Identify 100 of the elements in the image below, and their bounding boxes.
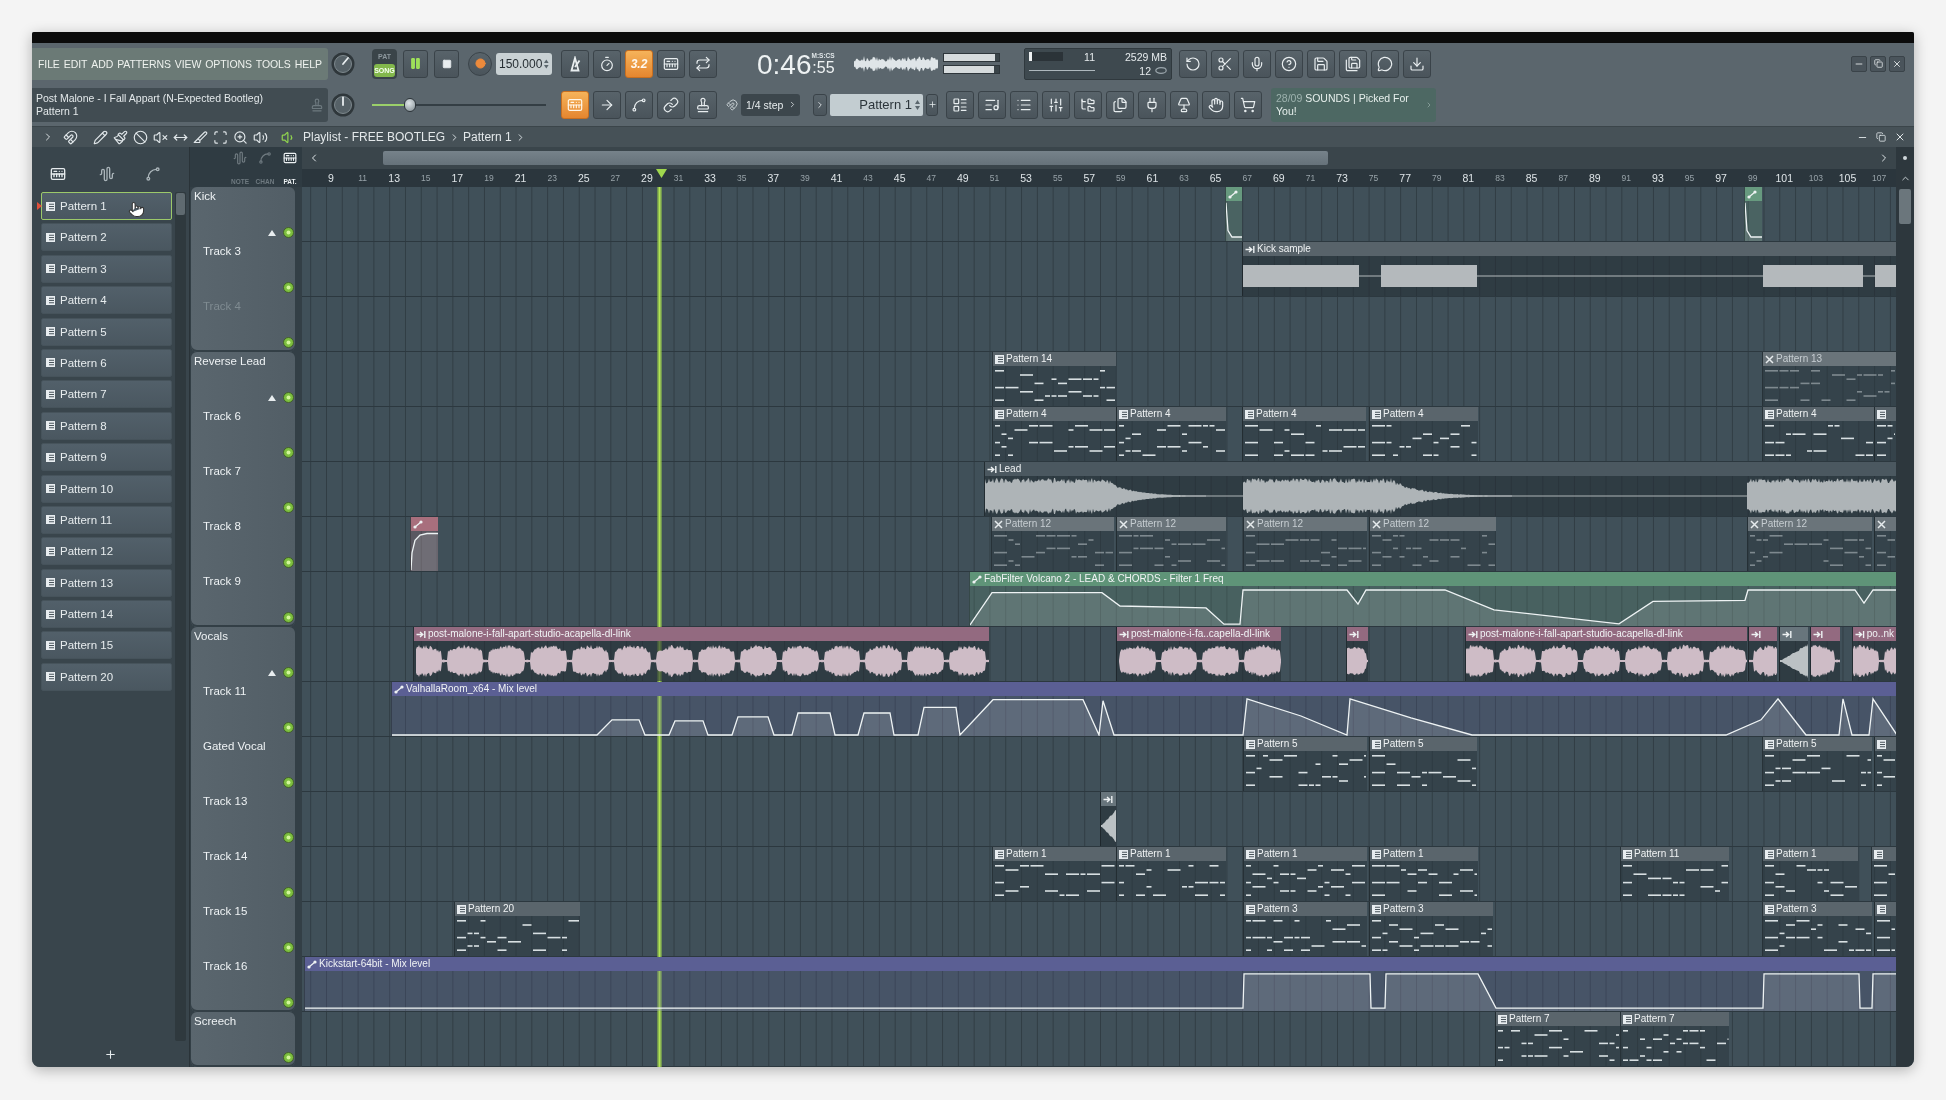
pattern-clip[interactable]: Pattern 4 (1242, 407, 1366, 461)
stop-button[interactable] (434, 49, 459, 78)
clip-header[interactable]: Pattern 1 (1763, 847, 1858, 861)
mute-speaker-icon[interactable] (153, 129, 168, 145)
pattern-item[interactable]: Pattern 4 (41, 286, 172, 315)
toolbar-button[interactable] (1138, 90, 1166, 119)
pattern-selector[interactable]: Pattern 1 (830, 93, 923, 116)
pattern-clip[interactable]: Pattern 12 (1747, 517, 1872, 571)
clip-header[interactable]: Pattern 4 (1763, 407, 1874, 421)
restore-icon[interactable] (1876, 132, 1886, 142)
clip-header[interactable]: FabFilter Volcano 2 - LEAD & CHORDS - Filter 1 Freq (970, 572, 1896, 586)
collapse-triangle-icon[interactable] (268, 669, 276, 676)
pattern-item[interactable]: Pattern 8 (41, 411, 172, 440)
clip-header[interactable]: Pattern 13 (1763, 352, 1896, 366)
toolbar-button[interactable] (1179, 49, 1207, 78)
clip-header[interactable]: post-malone-i-fall-apart-studio-acapella-dl-link (414, 627, 989, 641)
automation-clip[interactable]: ValhallaRoom_x64 - Mix level (391, 682, 1896, 736)
pattern-item[interactable]: Pattern 9 (41, 443, 172, 472)
clip-header[interactable]: Pattern 1 (1244, 847, 1367, 861)
clip-header[interactable] (1745, 187, 1762, 201)
pattern-item[interactable]: Pattern 14 (41, 600, 172, 629)
pattern-clip[interactable]: Pattern 20 (454, 902, 580, 956)
track-name[interactable]: Kick (194, 190, 216, 202)
clip-header[interactable]: Pattern 7 (1621, 1012, 1729, 1026)
clip-header[interactable]: Pattern 3 (1244, 902, 1367, 916)
pattern-clip[interactable]: Pattern 12 (991, 517, 1114, 571)
led-icon[interactable] (283, 887, 294, 898)
track-name[interactable]: Vocals (194, 630, 228, 642)
pattern-clip[interactable]: Pattern 5 (1243, 737, 1367, 791)
led-icon[interactable] (283, 722, 294, 733)
clip-header[interactable] (1875, 737, 1896, 751)
clip-header[interactable]: Pattern 14 (993, 352, 1116, 366)
record-button[interactable] (468, 51, 492, 76)
toggle-button[interactable] (689, 90, 717, 119)
menu-item[interactable]: ADD (91, 57, 114, 70)
pattern-item[interactable]: Pattern 2 (41, 223, 172, 252)
slider-thumb[interactable] (404, 97, 417, 112)
pattern-clip[interactable]: Pattern 1 (1243, 847, 1367, 901)
led-icon[interactable] (283, 227, 294, 238)
clip-header[interactable]: ValhallaRoom_x64 - Mix level (392, 682, 1896, 696)
clip-header[interactable]: Pattern 5 (1763, 737, 1872, 751)
led-icon[interactable] (283, 832, 294, 843)
audio-clip[interactable]: post-malone-i-fall-apart-studio-acapella-dl-link (1465, 627, 1747, 681)
pattern-item[interactable]: Pattern 5 (41, 317, 172, 346)
clip-header[interactable]: post-malone-i-fall-apart-studio-acapella-dl-link (1466, 627, 1747, 641)
led-icon[interactable] (283, 557, 294, 568)
speaker-icon[interactable] (253, 129, 268, 145)
pattern-clip[interactable]: Pattern 5 (1762, 737, 1872, 791)
track-name[interactable]: Track 6 (203, 410, 241, 422)
led-icon[interactable] (283, 1052, 294, 1063)
pattern-clip[interactable]: Pattern 3 (1243, 902, 1367, 956)
clip-header[interactable]: Lead (985, 462, 1896, 476)
audio-clip[interactable]: Lead (984, 462, 1896, 516)
pattern-clip[interactable]: Pattern 13 (1762, 352, 1896, 406)
track-name[interactable]: Track 7 (203, 465, 241, 477)
track-name[interactable]: Track 16 (203, 960, 248, 972)
pattern-clip[interactable]: Pattern 12 (1116, 517, 1226, 571)
collapse-triangle-icon[interactable] (268, 394, 276, 401)
toolbar-button[interactable] (1234, 90, 1262, 119)
piano-keys-icon[interactable] (50, 166, 66, 182)
clip-header[interactable]: Pattern 1 (993, 847, 1116, 861)
restore-button[interactable] (1870, 55, 1886, 72)
pattern-item[interactable]: Pattern 3 (41, 254, 172, 283)
zoom-icon[interactable] (233, 129, 248, 145)
waveform-icon[interactable] (99, 166, 115, 182)
audio-clip[interactable]: post-malone-i-fa..capella-dl-link (1116, 627, 1281, 681)
toggle-button[interactable] (561, 49, 589, 78)
toggle-button[interactable] (593, 90, 621, 119)
toggle-button[interactable] (625, 90, 653, 119)
track-name[interactable]: Track 9 (203, 575, 241, 587)
menu-item[interactable]: PATTERNS (117, 57, 171, 70)
audio-clip[interactable] (1346, 627, 1368, 681)
collapse-triangle-icon[interactable] (268, 229, 276, 236)
breadcrumb-pattern[interactable]: Pattern 1 (463, 130, 512, 144)
clip-header[interactable] (1875, 517, 1896, 531)
clip-header[interactable]: Pattern 7 (1496, 1012, 1620, 1026)
pattern-clip[interactable]: Pattern 4 (1762, 407, 1874, 461)
pattern-clip[interactable]: Pattern 14 (992, 352, 1116, 406)
track-name[interactable]: Screech (194, 1015, 237, 1027)
track-name[interactable]: Track 14 (203, 850, 248, 862)
toolbar-button[interactable] (1074, 90, 1102, 119)
led-icon[interactable] (283, 392, 294, 403)
menu-item[interactable]: FILE (38, 57, 60, 70)
audio-clip[interactable]: post-malone-i-fall-apart-studio-acapella-dl-link (413, 627, 989, 681)
scroll-thumb[interactable] (176, 193, 185, 215)
automation-clip[interactable]: Kickstart-64bit - Mix level (304, 957, 1896, 1011)
knob[interactable] (331, 92, 355, 117)
play-pause-button[interactable] (403, 49, 428, 78)
clip-header[interactable]: Pattern 1 (1117, 847, 1226, 861)
toolbar-button[interactable] (1010, 90, 1038, 119)
led-icon[interactable] (283, 502, 294, 513)
pattern-clip[interactable]: Pattern 11 (1620, 847, 1729, 901)
clip-header[interactable]: po..nk (1853, 627, 1896, 641)
clip-header[interactable] (411, 517, 438, 531)
pattern-clip[interactable]: Pattern 7 (1620, 1012, 1729, 1066)
clip-header[interactable]: Pattern 12 (1244, 517, 1367, 531)
toolbar-button[interactable] (1307, 49, 1335, 78)
automation-clip[interactable] (1225, 187, 1242, 241)
clip-header[interactable]: Kick sample (1243, 242, 1896, 256)
menu-item[interactable]: TOOLS (255, 57, 291, 70)
